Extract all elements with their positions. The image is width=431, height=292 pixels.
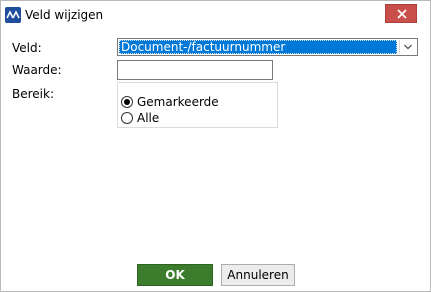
select-dropdown-button[interactable] (399, 40, 416, 54)
radio-alle-label: Alle (137, 111, 160, 125)
radio-gemarkeerde-label: Gemarkeerde (137, 95, 219, 109)
veld-select[interactable]: Document-/factuurnummer (117, 38, 418, 56)
bereik-label: Bereik: (12, 87, 54, 101)
cancel-button[interactable]: Annuleren (221, 264, 295, 286)
close-button[interactable] (385, 4, 417, 23)
veld-label: Veld: (12, 41, 42, 55)
ok-button[interactable]: OK (137, 264, 213, 286)
close-icon (397, 9, 407, 19)
radio-alle[interactable]: Alle (121, 111, 159, 125)
radio-gemarkeerde[interactable]: Gemarkeerde (121, 95, 219, 109)
window-title: Veld wijzigen (25, 8, 104, 22)
bereik-radio-group: Gemarkeerde Alle (117, 82, 278, 128)
radio-button-unchecked[interactable] (121, 112, 133, 124)
radio-button-checked[interactable] (121, 96, 133, 108)
title-bar[interactable]: Veld wijzigen (1, 1, 430, 29)
dialog-window: Veld wijzigen Veld: Document-/factuurnum… (0, 0, 431, 292)
waarde-input[interactable] (117, 60, 273, 80)
app-logo-icon (5, 7, 21, 23)
veld-selected-value: Document-/factuurnummer (119, 40, 397, 54)
waarde-label: Waarde: (12, 63, 62, 77)
chevron-down-icon (404, 44, 412, 50)
